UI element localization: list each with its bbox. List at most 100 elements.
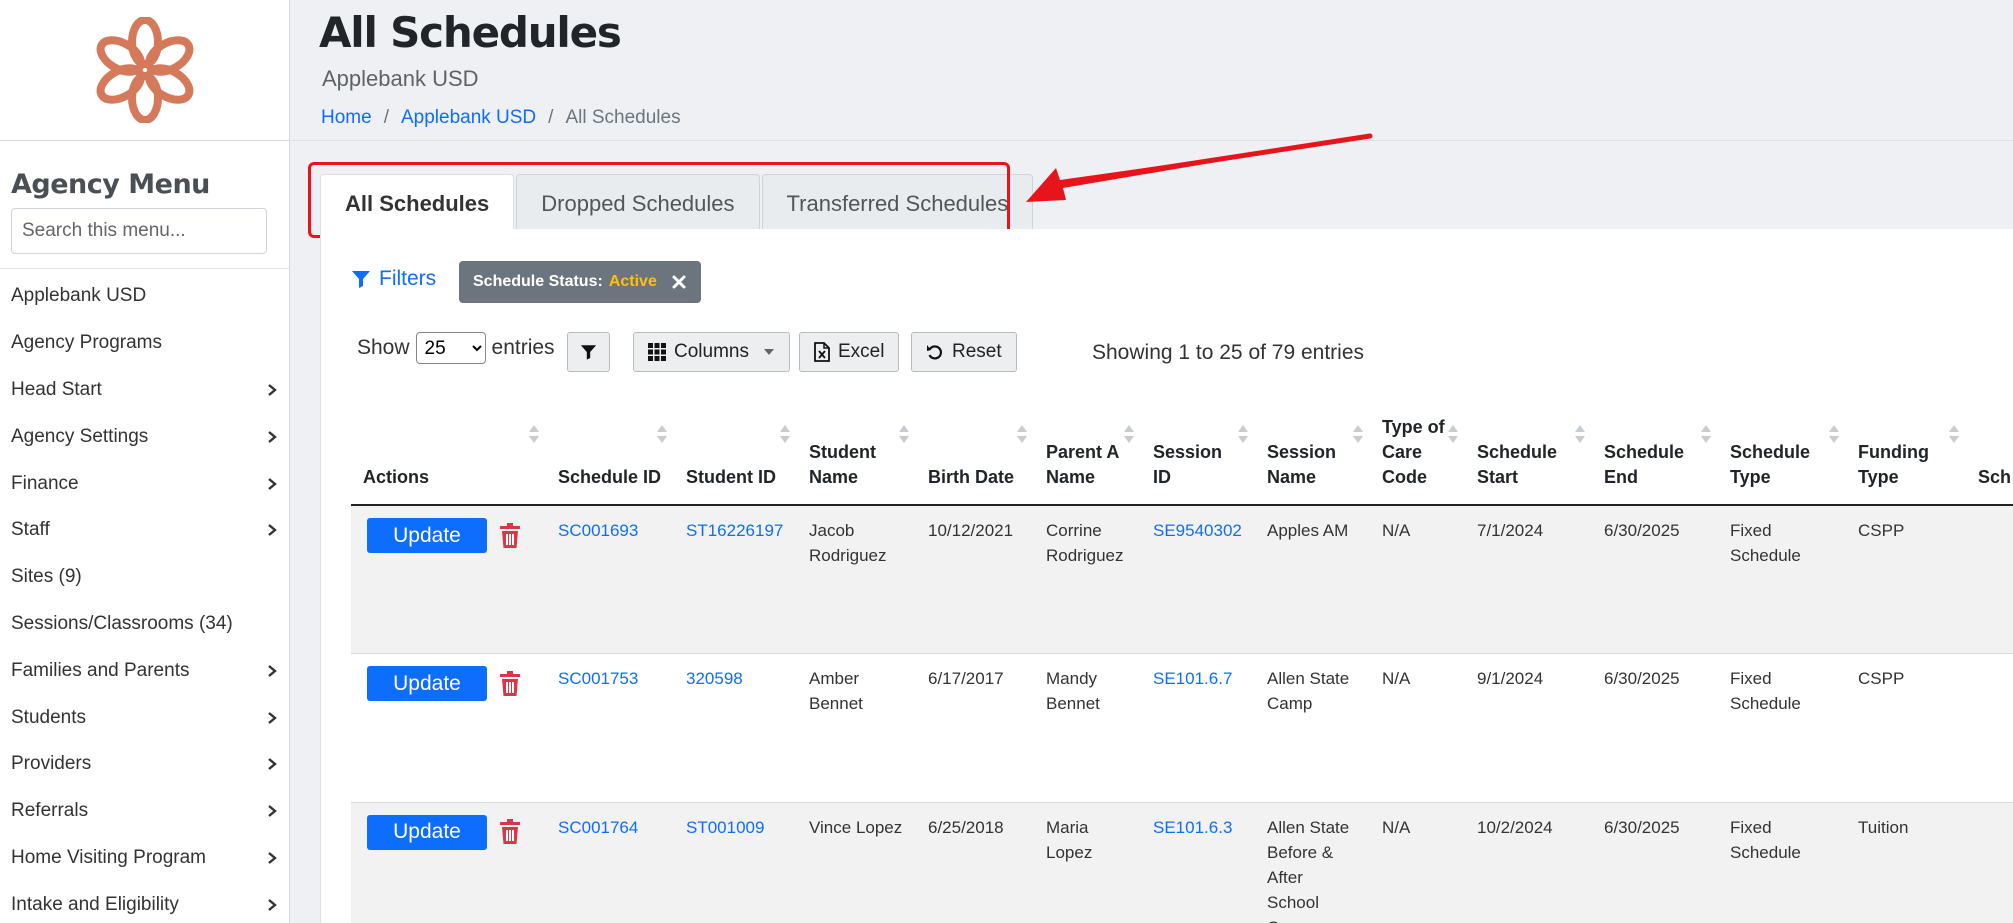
sidebar-item-label: Students <box>11 706 86 728</box>
tab-all-schedules[interactable]: All Schedules <box>320 174 515 232</box>
actions-cell: Update <box>351 653 546 803</box>
sidebar-item[interactable]: Referrals <box>0 788 289 835</box>
sidebar-item[interactable]: Providers <box>0 741 289 788</box>
schedule-start-text: 9/1/2024 <box>1477 669 1544 688</box>
main-content: All Schedules Dropped Schedules Transfer… <box>308 162 2013 923</box>
cell-birth-date: 6/25/2018 <box>916 802 1034 923</box>
sidebar-item[interactable]: Agency Programs <box>0 320 289 367</box>
menu-search-input[interactable] <box>11 208 267 254</box>
tab-dropped-schedules[interactable]: Dropped Schedules <box>516 174 760 232</box>
column-header[interactable]: Sch Day Mo <box>1966 385 2013 506</box>
schedule-type-text: Fixed Schedule <box>1730 521 1801 565</box>
sort-icon <box>1949 425 1959 443</box>
column-header[interactable]: Parent A Name <box>1034 385 1141 506</box>
column-header-label: Sch Day Mo <box>1978 467 2013 487</box>
funnel-icon <box>580 345 597 360</box>
schedules-panel: Filters Schedule Status: Active Show 25 … <box>320 229 2013 923</box>
breadcrumb-home-link[interactable]: Home <box>321 107 372 129</box>
type-of-care-code-text: N/A <box>1382 521 1411 540</box>
column-header-label: Schedule End <box>1604 442 1685 487</box>
column-header-label: Actions <box>363 467 430 487</box>
cell-schedule-id: SC001753 <box>546 653 674 803</box>
column-header-label: Session Name <box>1267 442 1337 487</box>
flower-logo-icon[interactable] <box>95 17 195 123</box>
table-info: Showing 1 to 25 of 79 entries <box>1092 341 1365 364</box>
update-button[interactable]: Update <box>367 666 487 701</box>
type-of-care-code-text: N/A <box>1382 669 1411 688</box>
sidebar-item-label: Sessions/Classrooms (34) <box>11 612 233 634</box>
excel-export-button[interactable]: Excel <box>799 332 900 372</box>
student-id-link[interactable]: 320598 <box>686 669 743 688</box>
trash-icon[interactable] <box>499 522 521 549</box>
chip-key: Schedule Status: <box>473 273 603 290</box>
column-header[interactable]: Funding Type <box>1846 385 1966 506</box>
sidebar: Agency Menu Applebank USD Agency Programs… <box>0 0 290 923</box>
sort-icon <box>1353 425 1363 443</box>
schedule-id-link[interactable]: SC001764 <box>558 818 638 837</box>
column-header[interactable]: Schedule End <box>1592 385 1718 506</box>
trash-icon[interactable] <box>499 670 521 697</box>
sidebar-item[interactable]: Intake and Eligibility <box>0 881 289 923</box>
columns-button[interactable]: Columns <box>633 332 790 372</box>
sidebar-item[interactable]: Families and Parents <box>0 647 289 694</box>
birth-date-text: 10/12/2021 <box>928 521 1014 540</box>
cell-schedule-type: Fixed Schedule <box>1718 505 1846 654</box>
entries-select[interactable]: 25 <box>415 332 486 364</box>
sidebar-item[interactable]: Applebank USD <box>0 273 289 320</box>
reset-button[interactable]: Reset <box>911 332 1017 372</box>
sidebar-item-label: Applebank USD <box>11 285 147 307</box>
update-button[interactable]: Update <box>367 814 487 850</box>
menu-list: Applebank USD Agency Programs Head Start Ag… <box>0 273 289 923</box>
tab-transferred-schedules[interactable]: Transferred Schedules <box>761 174 1034 232</box>
column-header[interactable]: Type of Care Code <box>1370 385 1465 506</box>
column-header[interactable]: Schedule Start <box>1465 385 1592 506</box>
session-id-link[interactable]: SE9540302 <box>1153 521 1242 540</box>
schedule-id-link[interactable]: SC001693 <box>558 521 638 540</box>
logo-area <box>0 0 289 141</box>
close-icon[interactable] <box>671 274 687 290</box>
session-id-link[interactable]: SE101.6.3 <box>1153 818 1232 837</box>
column-header-label: Student Name <box>809 442 876 487</box>
column-header[interactable]: Session ID <box>1141 385 1255 506</box>
cell-student-name: Vince Lopez <box>797 802 916 923</box>
schedule-id-link[interactable]: SC001753 <box>558 669 638 688</box>
student-id-link[interactable]: ST16226197 <box>686 521 783 540</box>
column-header[interactable]: Birth Date <box>916 385 1034 506</box>
sort-icon <box>1124 425 1134 443</box>
session-name-text: Allen State Camp <box>1267 669 1350 713</box>
sidebar-item[interactable]: Head Start <box>0 367 289 414</box>
column-header[interactable]: Session Name <box>1255 385 1370 506</box>
sidebar-item[interactable]: Staff <box>0 507 289 554</box>
birth-date-text: 6/25/2018 <box>928 817 1004 837</box>
column-header[interactable]: Schedule ID <box>546 385 674 506</box>
column-header[interactable]: Student ID <box>674 385 797 506</box>
sidebar-item-label: Intake and Eligibility <box>11 893 179 915</box>
column-header[interactable]: Schedule Type <box>1718 385 1846 506</box>
trash-icon[interactable] <box>499 819 521 845</box>
breadcrumb-agency-link[interactable]: Applebank USD <box>401 107 536 129</box>
show-label: Show <box>357 336 410 359</box>
chevron-right-icon <box>268 711 277 724</box>
sidebar-item[interactable]: Agency Settings <box>0 413 289 460</box>
sidebar-item[interactable]: Home Visiting Program <box>0 835 289 882</box>
student-id-link[interactable]: ST001009 <box>686 818 764 837</box>
parent-a-name-text: Corrine Rodriguez <box>1046 521 1124 565</box>
sidebar-item[interactable]: Sessions/Classrooms (34) <box>0 601 289 648</box>
column-header[interactable]: Actions <box>351 385 546 506</box>
column-header[interactable]: Student Name <box>797 385 916 506</box>
sort-icon <box>1829 425 1839 443</box>
sidebar-item[interactable]: Students <box>0 694 289 741</box>
actions-cell: Update <box>351 505 546 654</box>
filter-toggle-button[interactable] <box>567 332 610 372</box>
cell-empty <box>1966 802 2013 923</box>
sidebar-item[interactable]: Sites (9) <box>0 554 289 601</box>
update-button[interactable]: Update <box>367 518 487 553</box>
session-id-link[interactable]: SE101.6.7 <box>1153 669 1232 688</box>
filters-label: Filters <box>379 267 437 290</box>
filters-button[interactable]: Filters <box>351 267 436 291</box>
student-name-text: Jacob Rodriguez <box>809 521 887 565</box>
schedules-table-wrapper: Actions Schedule ID Student ID Student Name… <box>351 385 2013 923</box>
table-body: Update SC001693 ST16226197 Jacob Rodriguez 1… <box>351 505 2013 923</box>
sidebar-item-label: Referrals <box>11 800 89 822</box>
sidebar-item[interactable]: Finance <box>0 460 289 507</box>
